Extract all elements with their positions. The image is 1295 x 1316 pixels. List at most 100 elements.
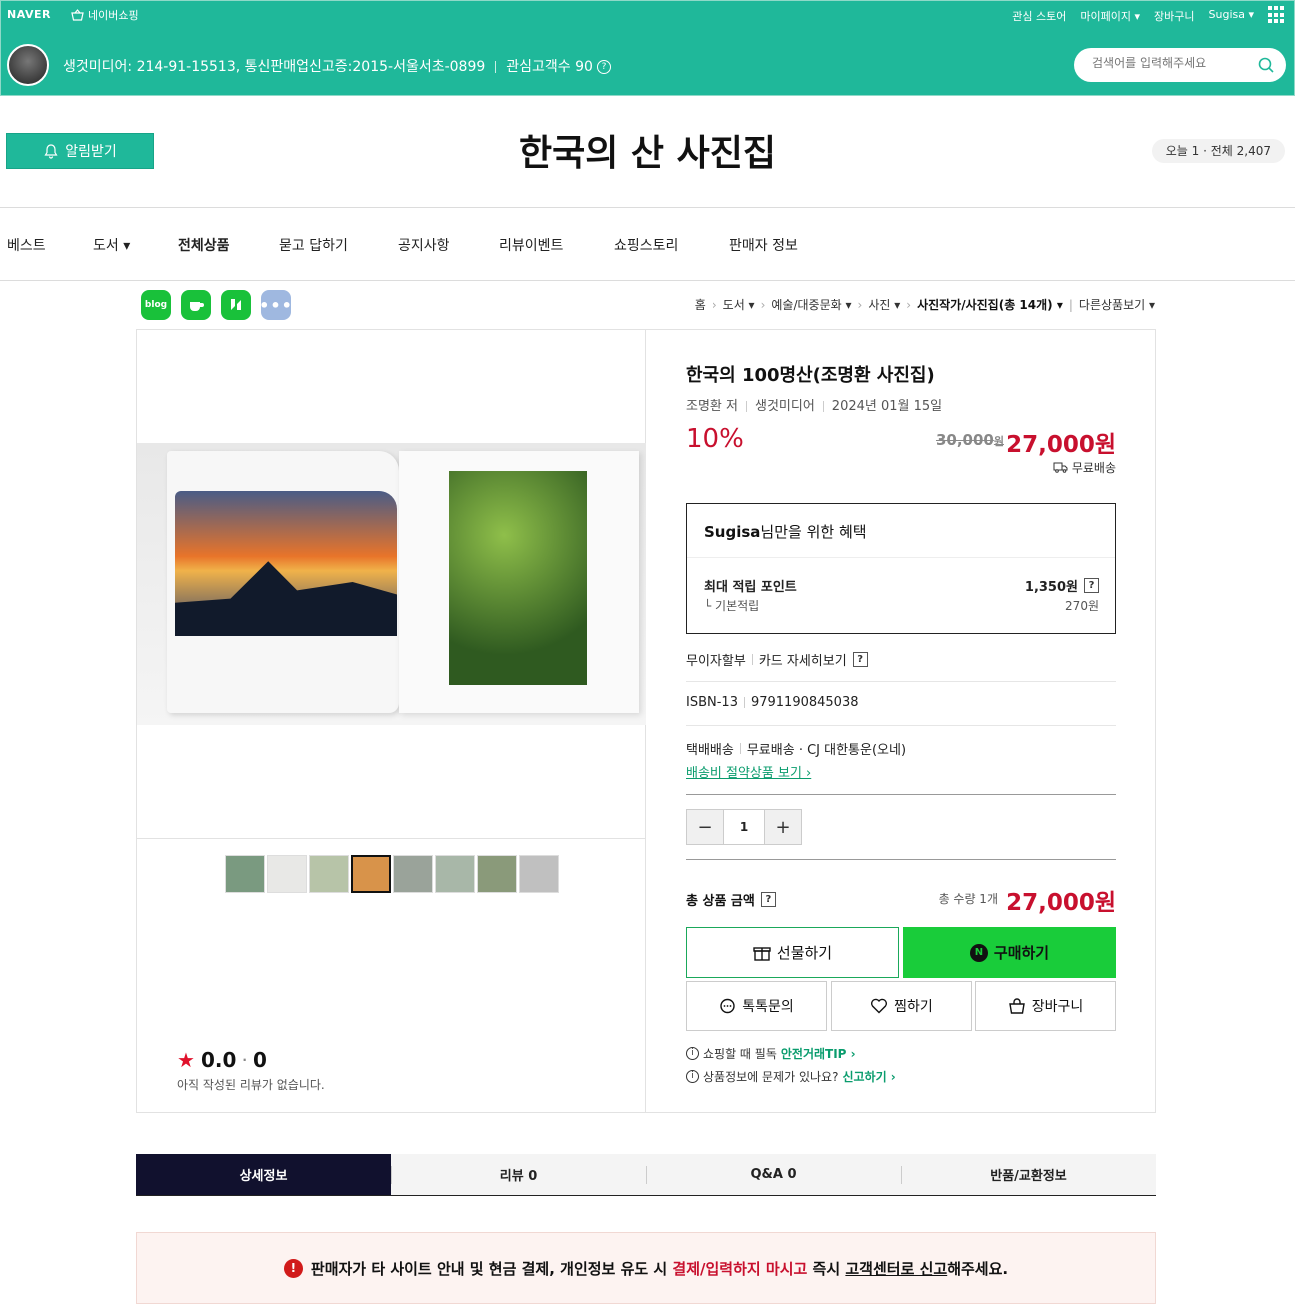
nav-qna[interactable]: 묻고 답하기: [279, 235, 348, 255]
safety-tip-link[interactable]: 안전거래TIP ›: [781, 1045, 856, 1062]
tab-detail[interactable]: 상세정보: [136, 1154, 391, 1195]
sale-price: 27,000원: [1006, 432, 1116, 458]
buy-button[interactable]: N 구매하기: [903, 927, 1116, 978]
favorite-stores-link[interactable]: 관심 스토어: [1012, 8, 1066, 24]
total-quantity: 총 수량 1개: [938, 892, 998, 906]
thumbnail[interactable]: [477, 855, 517, 893]
review-count[interactable]: 0: [253, 1048, 267, 1072]
nav-seller-info[interactable]: 판매자 정보: [729, 235, 798, 255]
thumbnail[interactable]: [267, 855, 307, 893]
breadcrumb-photo[interactable]: 사진 ▾: [868, 296, 900, 313]
product-info: 한국의 100명산(조명환 사진집) 조명환 저 생것미디어 2024년 01월 1…: [686, 330, 1116, 1112]
quantity-plus-button[interactable]: +: [765, 810, 801, 844]
store-topbar: NAVER 네이버쇼핑 관심 스토어 마이페이지 ▾ 장바구니 Sugisa ▾…: [0, 0, 1295, 96]
rating-score: 0.0: [200, 1048, 237, 1072]
thumbnail[interactable]: [519, 855, 559, 893]
thumbnail[interactable]: [435, 855, 475, 893]
tab-reviews[interactable]: 리뷰 0: [391, 1154, 646, 1195]
max-point-value: 1,350원: [1024, 580, 1078, 595]
breadcrumb-home[interactable]: 홈: [695, 296, 706, 313]
store-search: [1074, 48, 1286, 82]
breadcrumb-books[interactable]: 도서 ▾: [723, 296, 755, 313]
bell-icon: [44, 144, 58, 159]
main-product-image[interactable]: [137, 443, 646, 725]
gift-button[interactable]: 선물하기: [686, 927, 899, 978]
add-to-cart-button[interactable]: 장바구니: [975, 981, 1116, 1031]
shipping-saving-link[interactable]: 배송비 절약상품 보기 ›: [686, 762, 811, 781]
share-blog-icon[interactable]: blog: [141, 290, 171, 320]
nav-best[interactable]: 베스트: [7, 235, 46, 255]
thumbnail-active[interactable]: [351, 855, 391, 893]
seller-avatar[interactable]: [7, 44, 49, 86]
thumbnail[interactable]: [309, 855, 349, 893]
cart-link[interactable]: 장바구니: [1154, 8, 1194, 24]
star-icon: ★: [177, 1048, 195, 1072]
breadcrumb-photographer[interactable]: 사진작가/사진집(총 14개) ▾: [917, 296, 1063, 313]
other-products-link[interactable]: 다른상품보기 ▾: [1079, 296, 1155, 313]
report-text: 상품정보에 문제가 있나요?: [703, 1070, 839, 1084]
nav-shopping-story[interactable]: 쇼핑스토리: [614, 235, 678, 255]
buy-label: 구매하기: [993, 944, 1050, 962]
tab-qna[interactable]: Q&A 0: [646, 1154, 901, 1195]
breadcrumb: 홈 › 도서 ▾ › 예술/대중문화 ▾ › 사진 ▾ › 사진작가/사진집(총 14개…: [694, 296, 1155, 313]
max-point-label: 최대 적립 포인트: [704, 580, 797, 595]
base-point-row: └ 기본적립 270원: [704, 597, 1099, 614]
quantity-minus-button[interactable]: −: [687, 810, 723, 844]
product-gallery: ★ 0.0 · 0 아직 작성된 리뷰가 없습니다.: [137, 330, 646, 1112]
member-benefit-box: Sugisa님만을 위한 혜택 최대 적립 포인트 1,350원? └ 기본적립…: [686, 503, 1116, 634]
notification-subscribe-button[interactable]: 알림받기: [6, 133, 154, 169]
share-cafe-icon[interactable]: [181, 290, 211, 320]
truck-icon: [1053, 462, 1068, 473]
base-point-value: 270원: [1065, 599, 1099, 613]
cart-icon: [1008, 997, 1025, 1014]
nav-all-products[interactable]: 전체상품: [178, 235, 230, 255]
help-icon[interactable]: ?: [1084, 578, 1099, 593]
search-icon[interactable]: [1258, 57, 1274, 73]
divider: [137, 838, 646, 839]
delivery-label: 택배배송: [686, 743, 734, 758]
help-icon[interactable]: ?: [596, 60, 611, 74]
share-band-icon[interactable]: [221, 290, 251, 320]
gift-label: 선물하기: [776, 944, 833, 962]
naver-logo[interactable]: NAVER: [7, 8, 51, 21]
report-link[interactable]: 신고하기 ›: [842, 1068, 895, 1085]
safety-tip-text: 쇼핑할 때 필독: [703, 1047, 777, 1061]
nav-review-event[interactable]: 리뷰이벤트: [499, 235, 563, 255]
discount-rate: 10%: [686, 424, 744, 454]
nav-books[interactable]: 도서 ▾: [93, 235, 130, 255]
store-title: 한국의 산 사진집: [519, 133, 776, 174]
forest-photo: [449, 471, 587, 685]
divider: [0, 280, 1295, 281]
wishlist-button[interactable]: 찜하기: [831, 981, 972, 1031]
info-icon: i: [686, 1047, 699, 1060]
talk-inquiry-button[interactable]: 톡톡문의: [686, 981, 827, 1031]
thumbnail[interactable]: [225, 855, 265, 893]
card-details-link[interactable]: 카드 자세히보기: [759, 650, 847, 669]
cup-icon: [190, 302, 204, 311]
naver-shopping-link[interactable]: 네이버쇼핑: [71, 7, 139, 23]
breadcrumb-arts[interactable]: 예술/대중문화 ▾: [771, 296, 851, 313]
share-more-icon[interactable]: •••: [259, 290, 292, 320]
help-icon[interactable]: ?: [760, 892, 776, 907]
total-price: 27,000원: [1006, 890, 1116, 916]
search-input[interactable]: [1092, 56, 1242, 70]
gift-icon: [753, 946, 771, 961]
thumbnail[interactable]: [393, 855, 433, 893]
product-meta: 조명환 저 생것미디어 2024년 01월 15일: [686, 395, 942, 414]
nav-notice[interactable]: 공지사항: [398, 235, 450, 255]
user-menu[interactable]: Sugisa ▾: [1209, 8, 1254, 24]
free-shipping-label: 무료배송: [1071, 461, 1116, 475]
help-icon[interactable]: ?: [852, 652, 868, 667]
apps-grid-icon[interactable]: [1268, 6, 1286, 24]
installment-label: 무이자할부: [686, 654, 746, 669]
customer-center-link[interactable]: 고객센터로 신고: [845, 1260, 947, 1278]
total-amount-label: 총 상품 금액?: [686, 890, 776, 909]
arrow-icon: [231, 299, 241, 310]
safety-tip-row: i 쇼핑할 때 필독 안전거래TIP ›: [686, 1045, 856, 1062]
quantity-value[interactable]: 1: [723, 810, 765, 844]
mypage-link[interactable]: 마이페이지 ▾: [1080, 8, 1140, 24]
installment-row: 무이자할부 카드 자세히보기?: [686, 650, 868, 669]
tab-return-exchange[interactable]: 반품/교환정보: [901, 1154, 1156, 1195]
product-detail: ★ 0.0 · 0 아직 작성된 리뷰가 없습니다. 한국의 100명산(조명환 사진…: [136, 329, 1156, 1113]
naverpay-icon: N: [969, 943, 988, 962]
